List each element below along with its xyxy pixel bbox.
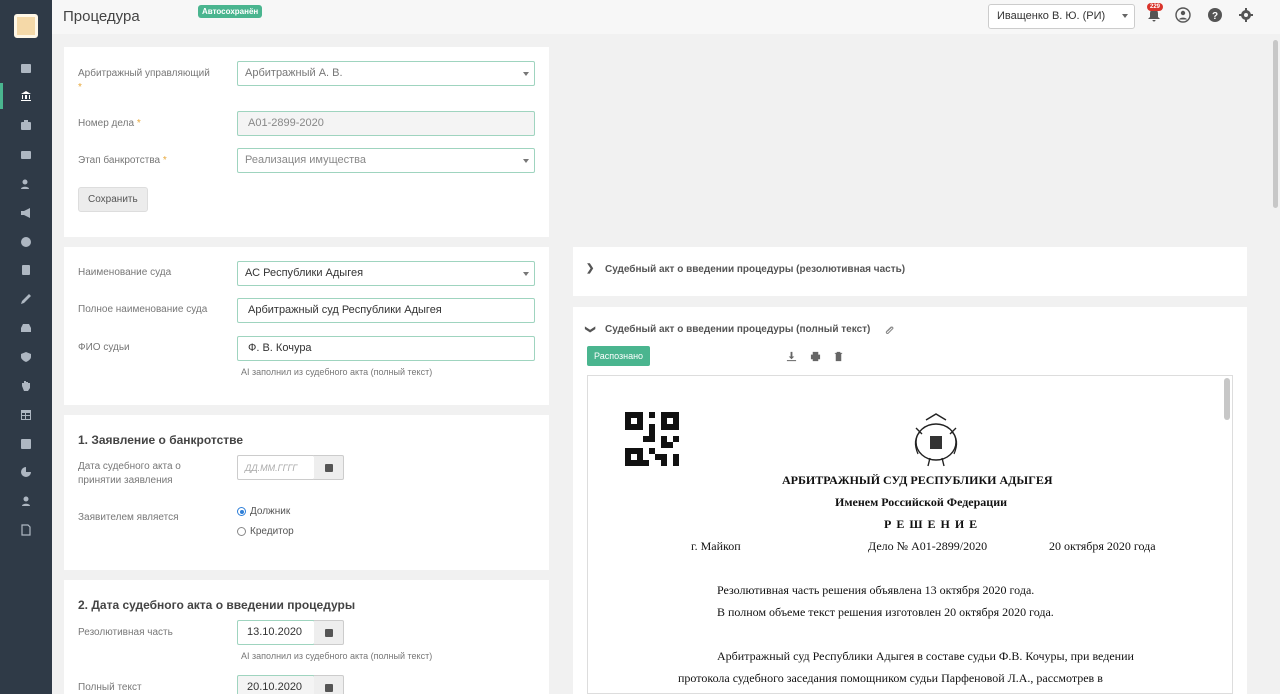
autosave-badge: Автосохранён [198, 5, 263, 18]
briefcase-icon[interactable] [18, 117, 34, 133]
full-text-date-input[interactable]: 20.10.2020 [237, 675, 315, 694]
calendar-button[interactable] [314, 675, 344, 694]
doc-line: протокола судебного заседания помощником… [678, 671, 1103, 685]
court-select[interactable]: АС Республики Адыгея [237, 261, 535, 286]
chevron-down-icon [523, 159, 529, 163]
procedure-card: Арбитражный управляющий * Арбитражный А. … [64, 47, 549, 237]
chevron-down-icon[interactable]: ❯ [585, 325, 596, 333]
pen-icon[interactable] [18, 291, 34, 307]
ai-hint: AI заполнил из судебного акта (полный те… [241, 651, 433, 661]
page-scrollbar[interactable] [1273, 40, 1278, 208]
resolutive-date-label: Резолютивная часть [78, 627, 173, 638]
calendar-icon [324, 628, 333, 637]
pie-chart-icon[interactable] [18, 464, 34, 480]
document-viewer[interactable]: АРБИТРАЖНЫЙ СУД РЕСПУБЛИКИ АДЫГЕЯ Именем… [587, 375, 1233, 694]
chevron-down-icon [523, 72, 529, 76]
full-court-name-label: Полное наименование суда [78, 304, 208, 315]
shield-icon[interactable] [18, 349, 34, 365]
applicant-label: Заявителем является [78, 512, 179, 523]
paperclip-icon [884, 325, 896, 337]
gear-icon[interactable] [1238, 7, 1254, 23]
doc-case-number: Дело № А01-2899/2020 [868, 539, 988, 553]
top-header: Процедура Автосохранён Иващенко В. Ю. (Р… [52, 0, 1280, 34]
recognized-badge: Распознано [587, 346, 651, 366]
user-select-value: Иващенко В. Ю. (РИ) [997, 10, 1106, 22]
radio-debtor[interactable]: Должник [237, 506, 290, 517]
procedure-date-card: 2. Дата судебного акта о введении процед… [64, 580, 549, 694]
users-icon[interactable] [18, 493, 34, 509]
doc-date: 20 октября 2020 года [1049, 539, 1156, 553]
print-icon[interactable] [810, 351, 822, 363]
full-text-date-label: Полный текст [78, 682, 142, 693]
app-logo[interactable] [14, 14, 38, 38]
doc-city: г. Майкоп [691, 539, 741, 553]
doc-name-of: Именем Российской Федерации [835, 495, 1008, 509]
case-number-field[interactable]: А01-2899-2020 [237, 111, 535, 136]
stage-select[interactable]: Реализация имущества [237, 148, 535, 173]
manager-label: Арбитражный управляющий * [78, 68, 210, 93]
list-icon[interactable] [18, 436, 34, 452]
section-title: 2. Дата судебного акта о введении процед… [78, 598, 356, 612]
calendar-button[interactable] [314, 455, 344, 480]
notification-count-badge: 229 [1147, 3, 1164, 11]
document-icon[interactable] [18, 522, 34, 538]
bank-icon[interactable] [18, 88, 34, 104]
qr-code-icon [625, 412, 679, 466]
table-icon[interactable] [18, 407, 34, 423]
judge-field[interactable]: Ф. В. Кочура [237, 336, 535, 361]
save-button[interactable]: Сохранить [78, 187, 148, 212]
accordion-resolutive[interactable]: ❯ Судебный акт о введении процедуры (рез… [573, 247, 1247, 296]
trash-icon[interactable] [833, 351, 845, 363]
coat-of-arms-icon [914, 413, 958, 467]
doc-line: В полном объеме текст решения изготовлен… [717, 605, 1054, 619]
page-title: Процедура [63, 8, 140, 25]
court-name-label: Наименование суда [78, 267, 172, 278]
help-icon[interactable]: ? [1207, 7, 1223, 23]
doc-court-name: АРБИТРАЖНЫЙ СУД РЕСПУБЛИКИ АДЫГЕЯ [782, 473, 1053, 487]
document-scrollbar[interactable] [1224, 378, 1230, 420]
bankruptcy-application-card: 1. Заявление о банкротстве Дата судебног… [64, 415, 549, 570]
profile-icon[interactable] [1175, 7, 1191, 23]
add-user-icon[interactable] [18, 176, 34, 192]
ai-hint: AI заполнил из судебного акта (полный те… [241, 367, 433, 377]
chevron-down-icon [1122, 14, 1128, 18]
calculator-icon[interactable] [18, 262, 34, 278]
judge-label: ФИО судьи [78, 342, 130, 353]
chevron-right-icon: ❯ [586, 263, 595, 274]
full-court-name-field[interactable]: Арбитражный суд Республики Адыгея [237, 298, 535, 323]
accordion-title[interactable]: Судебный акт о введении процедуры (полны… [605, 324, 870, 335]
court-card: Наименование суда АС Республики Адыгея П… [64, 247, 549, 405]
megaphone-icon[interactable] [18, 205, 34, 221]
case-icon[interactable] [18, 146, 34, 162]
doc-line: Резолютивная часть решения объявлена 13 … [717, 583, 1035, 597]
doc-line: Арбитражный суд Республики Адыгея в сост… [717, 649, 1134, 663]
calendar-icon [324, 683, 333, 692]
case-number-label: Номер дела * [78, 118, 141, 129]
active-nav-indicator [0, 83, 3, 109]
application-date-label: Дата судебного акта о принятии заявления [78, 461, 181, 486]
chevron-down-icon [523, 272, 529, 276]
radio-creditor[interactable]: Кредитор [237, 526, 294, 537]
doc-decision: Р Е Ш Е Н И Е [884, 517, 979, 531]
hand-icon[interactable] [18, 378, 34, 394]
svg-text:?: ? [1212, 11, 1218, 22]
sidebar [0, 0, 52, 694]
calendar-icon[interactable] [18, 60, 34, 76]
user-select[interactable]: Иващенко В. Ю. (РИ) [988, 4, 1135, 29]
manager-select[interactable]: Арбитражный А. В. [237, 61, 535, 86]
car-icon[interactable] [18, 320, 34, 336]
dollar-icon[interactable] [18, 234, 34, 250]
section-title: 1. Заявление о банкротстве [78, 433, 244, 447]
resolutive-date-input[interactable]: 13.10.2020 [237, 620, 315, 645]
application-date-input[interactable]: ДД.ММ.ГГГГ [237, 455, 315, 480]
accordion-title: Судебный акт о введении процедуры (резол… [605, 264, 906, 275]
stage-label: Этап банкротства * [78, 155, 167, 166]
download-icon[interactable] [786, 351, 798, 363]
calendar-button[interactable] [314, 620, 344, 645]
calendar-icon [324, 463, 333, 472]
